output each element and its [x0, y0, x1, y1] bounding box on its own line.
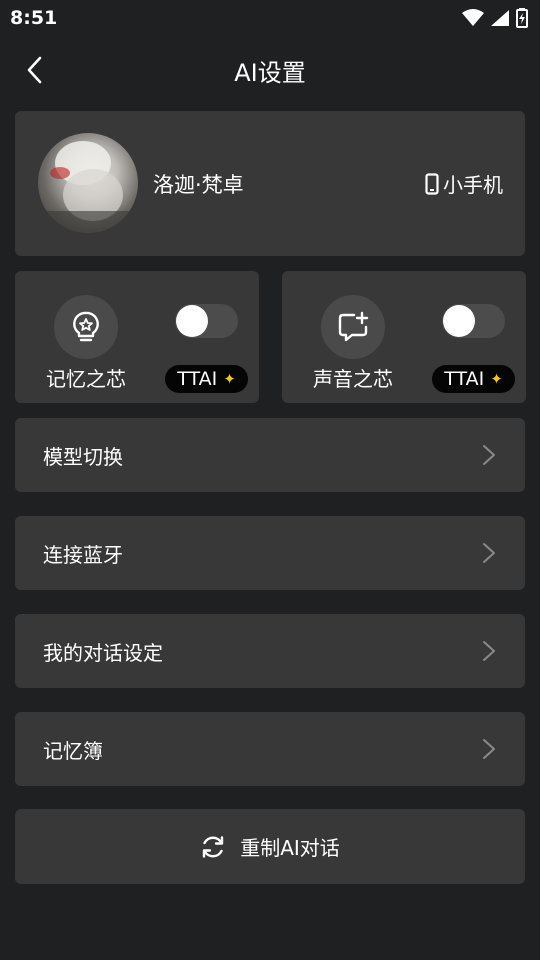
wifi-icon: [462, 9, 484, 26]
menu-item-label: 连接蓝牙: [43, 542, 123, 567]
profile-name: 洛迦·梵卓: [153, 173, 244, 197]
ttai-badge-label: TTAI: [177, 368, 218, 390]
cellular-signal-icon: [491, 10, 509, 26]
refresh-icon: [203, 835, 224, 858]
feature-label-memory-core: 记忆之芯: [46, 367, 126, 391]
toggle-knob: [176, 305, 208, 337]
chevron-right-icon: [483, 543, 495, 563]
phone-icon: [425, 172, 439, 195]
feature-icon-voice-core: [321, 295, 385, 359]
chevron-left-icon: [27, 56, 42, 84]
status-bar: 8:51: [0, 0, 540, 36]
ttai-badge: TTAI ✦: [165, 365, 248, 393]
reset-ai-dialogue-button[interactable]: 重制AI对话: [15, 809, 525, 884]
chevron-right-icon: [483, 641, 495, 661]
status-icons: [462, 8, 528, 28]
device-label[interactable]: 小手机: [425, 169, 503, 198]
chevron-right-icon: [483, 445, 495, 465]
back-button[interactable]: [14, 50, 54, 90]
menu-item-model-switch[interactable]: 模型切换: [15, 418, 525, 492]
reset-button-label: 重制AI对话: [240, 836, 340, 860]
sparkle-icon: ✦: [223, 370, 236, 388]
feature-icon-memory-core: [54, 295, 118, 359]
sparkle-icon: ✦: [490, 370, 503, 388]
device-name: 小手机: [443, 173, 503, 197]
menu-item-bluetooth[interactable]: 连接蓝牙: [15, 516, 525, 590]
menu-item-memory-book[interactable]: 记忆簿: [15, 712, 525, 786]
profile-card[interactable]: 洛迦·梵卓 小手机: [15, 111, 525, 256]
feature-label-voice-core: 声音之芯: [313, 367, 393, 391]
lightbulb-star-icon: [73, 311, 99, 342]
header: AI设置: [0, 42, 540, 98]
ttai-badge-label: TTAI: [444, 368, 485, 390]
ttai-badge: TTAI ✦: [432, 365, 515, 393]
feature-card-memory-core: 记忆之芯 TTAI ✦: [15, 271, 259, 403]
menu-item-label: 记忆簿: [43, 738, 103, 763]
menu-item-dialogue-settings[interactable]: 我的对话设定: [15, 614, 525, 688]
menu-item-label: 模型切换: [43, 444, 123, 469]
feature-card-voice-core: 声音之芯 TTAI ✦: [282, 271, 526, 403]
avatar: [38, 133, 138, 233]
chevron-right-icon: [483, 739, 495, 759]
menu-item-label: 我的对话设定: [43, 640, 163, 665]
battery-icon: [516, 8, 528, 28]
chat-bubble-plus-icon: [338, 311, 369, 342]
memory-core-toggle[interactable]: [175, 304, 238, 338]
status-time: 8:51: [10, 7, 58, 29]
voice-core-toggle[interactable]: [442, 304, 505, 338]
page-title: AI设置: [234, 58, 306, 87]
toggle-knob: [443, 305, 475, 337]
